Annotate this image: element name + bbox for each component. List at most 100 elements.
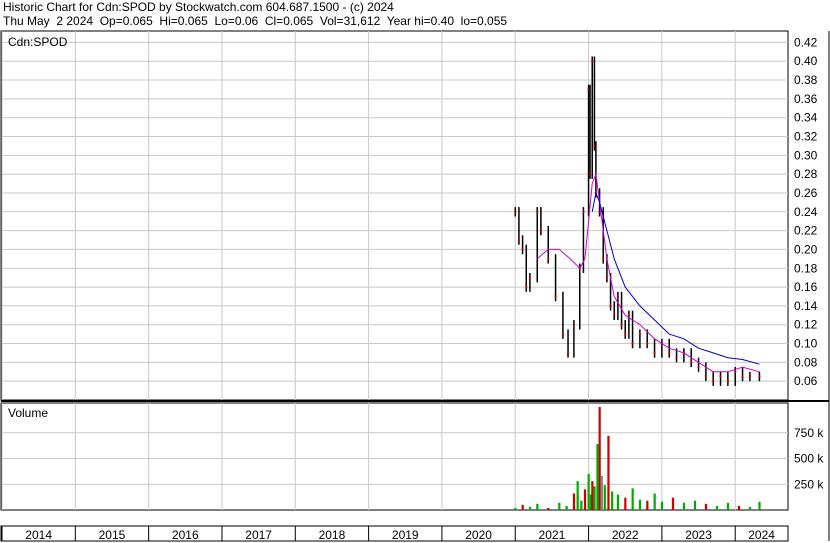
chart-header-quote: Thu May 2 2024 Op=0.065 Hi=0.065 Lo=0.06… — [3, 14, 508, 28]
price-close-dot — [528, 276, 531, 279]
price-close-dot — [627, 314, 630, 317]
price-tick-label: 0.06 — [794, 374, 818, 388]
price-close-dot — [582, 210, 585, 213]
price-close-dot — [741, 375, 744, 378]
price-tick-label: 0.08 — [794, 355, 818, 369]
volume-panel-frame — [0, 402, 789, 511]
price-close-dot — [547, 257, 550, 260]
year-label: 2014 — [25, 528, 52, 542]
volume-bar — [758, 501, 761, 510]
price-close-dot — [646, 342, 649, 345]
price-close-dot — [525, 286, 528, 289]
price-tick-label: 0.16 — [794, 280, 818, 294]
price-close-dot — [631, 342, 634, 345]
price-close-dot — [675, 356, 678, 359]
volume-bar — [558, 502, 561, 510]
volume-bar — [704, 503, 708, 510]
volume-bar — [565, 505, 568, 510]
price-tick-label: 0.26 — [794, 186, 818, 200]
price-close-dot — [605, 276, 608, 279]
price-tick-label: 0.28 — [794, 167, 818, 181]
price-close-dot — [719, 375, 722, 378]
volume-bar — [660, 501, 664, 510]
volume-bar — [521, 504, 524, 510]
volume-bar — [638, 499, 642, 510]
price-close-dot — [712, 380, 715, 383]
price-close-dot — [726, 380, 729, 383]
volume-bar — [693, 500, 697, 510]
price-close-dot — [613, 314, 616, 317]
chart-header-title: Historic Chart for Cdn:SPOD by Stockwatc… — [3, 0, 394, 14]
price-close-dot — [668, 351, 671, 354]
volume-bar — [616, 494, 620, 510]
price-tick-label: 0.34 — [794, 111, 818, 125]
moving-average-long — [591, 191, 760, 365]
price-close-dot — [517, 239, 520, 242]
volume-tick-label: 500 k — [794, 452, 824, 466]
price-tick-label: 0.38 — [794, 73, 818, 87]
moving-average-short — [536, 172, 760, 373]
volume-bar — [715, 505, 719, 510]
volume-bar — [587, 473, 590, 510]
price-tick-label: 0.36 — [794, 92, 818, 106]
volume-bar — [547, 507, 550, 510]
price-close-dot — [616, 295, 619, 298]
price-tick-label: 0.40 — [794, 54, 818, 68]
volume-bar — [598, 407, 601, 510]
price-close-dot — [690, 361, 693, 364]
price-close-dot — [536, 210, 539, 213]
volume-tick-label: 750 k — [794, 426, 824, 440]
price-tick-label: 0.30 — [794, 148, 818, 162]
year-label: 2019 — [392, 528, 419, 542]
year-label: 2015 — [99, 528, 126, 542]
volume-bar — [603, 485, 606, 510]
price-close-dot — [624, 333, 627, 336]
price-close-dot — [593, 144, 596, 147]
price-panel-title: Cdn:SPOD — [8, 35, 68, 49]
price-close-dot — [602, 257, 605, 260]
price-close-dot — [561, 333, 564, 336]
volume-bar — [611, 491, 614, 510]
price-close-dot — [554, 295, 557, 298]
price-close-dot — [638, 333, 641, 336]
volume-bar — [536, 503, 539, 510]
year-label: 2024 — [748, 528, 775, 542]
price-close-dot — [653, 351, 656, 354]
year-label: 2017 — [245, 528, 272, 542]
price-close-dot — [539, 229, 542, 232]
volume-tick-label: 250 k — [794, 477, 824, 491]
volume-bar — [646, 500, 649, 510]
year-label: 2020 — [465, 528, 492, 542]
volume-panel-title: Volume — [8, 406, 48, 420]
volume-bar — [583, 489, 587, 510]
price-close-dot — [609, 304, 612, 307]
volume-bar — [631, 488, 634, 510]
price-tick-label: 0.32 — [794, 130, 818, 144]
volume-bar — [682, 502, 686, 510]
price-tick-label: 0.14 — [794, 299, 818, 313]
year-label: 2018 — [319, 528, 346, 542]
price-close-dot — [572, 323, 575, 326]
price-close-dot — [697, 366, 700, 369]
price-tick-label: 0.10 — [794, 337, 818, 351]
volume-bar — [737, 505, 741, 510]
volume-bar — [607, 435, 610, 510]
price-close-dot — [591, 60, 594, 63]
year-label: 2022 — [612, 528, 639, 542]
volume-bar — [576, 481, 579, 510]
price-tick-label: 0.12 — [794, 318, 818, 332]
volume-bar — [591, 481, 594, 510]
price-close-dot — [521, 248, 524, 251]
price-close-dot — [734, 370, 737, 373]
price-close-dot — [620, 323, 623, 326]
volume-bar — [726, 502, 730, 510]
price-close-dot — [514, 210, 517, 213]
price-close-dot — [748, 375, 751, 378]
price-close-dot — [567, 351, 570, 354]
price-tick-label: 0.22 — [794, 224, 818, 238]
price-close-dot — [589, 173, 592, 176]
volume-bar — [600, 476, 603, 510]
price-close-dot — [587, 88, 590, 91]
price-close-dot — [704, 375, 707, 378]
historic-chart: 0.42 0.40 0.38 0.36 0.34 0.32 0.30 0.28 0.26 0.24… — [0, 30, 830, 542]
